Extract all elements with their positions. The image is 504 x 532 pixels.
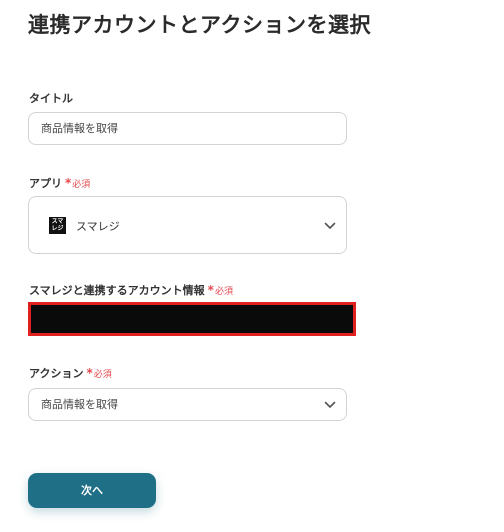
- required-text: 必須: [72, 180, 91, 190]
- account-field-label-text: スマレジと連携するアカウント情報: [29, 284, 205, 297]
- required-star: *: [207, 283, 214, 297]
- app-field-label-text: アプリ: [29, 177, 62, 190]
- required-star: *: [86, 366, 93, 380]
- action-select[interactable]: 商品情報を取得: [28, 388, 347, 421]
- app-select-value: スマレジ: [76, 220, 120, 233]
- next-button[interactable]: 次へ: [28, 473, 156, 508]
- title-input[interactable]: 商品情報を取得: [28, 112, 347, 145]
- required-text: 必須: [93, 370, 112, 380]
- chevron-down-icon: [324, 401, 336, 408]
- redacted-account-field: [28, 302, 356, 336]
- app-field-label: アプリ *必須: [29, 175, 90, 191]
- page-title: 連携アカウントとアクションを選択: [28, 13, 371, 37]
- action-select-value: 商品情報を取得: [41, 398, 118, 411]
- chevron-down-icon: [324, 222, 336, 229]
- account-field-label: スマレジと連携するアカウント情報 *必須: [29, 282, 233, 298]
- required-star: *: [65, 176, 72, 190]
- action-field-label: アクション *必須: [29, 365, 112, 381]
- title-field-label-text: タイトル: [29, 92, 73, 105]
- title-field-label: タイトル: [29, 90, 73, 106]
- app-select[interactable]: スマ レジ スマレジ: [28, 196, 347, 254]
- smaregi-logo-icon: スマ レジ: [49, 217, 66, 234]
- required-text: 必須: [214, 287, 233, 297]
- action-field-label-text: アクション: [29, 367, 84, 380]
